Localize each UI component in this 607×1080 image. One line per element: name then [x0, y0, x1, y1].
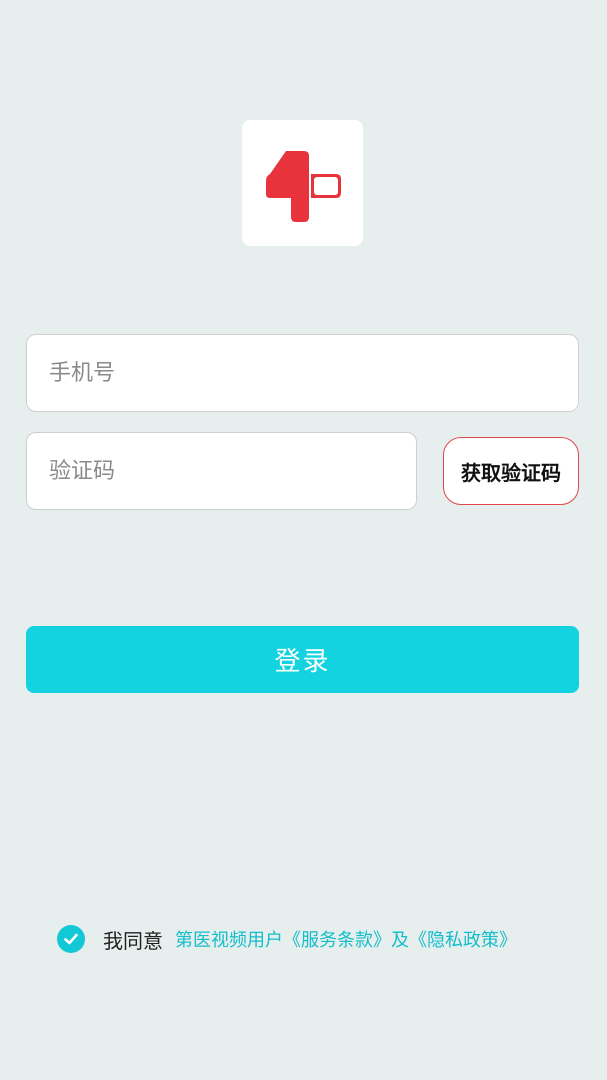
- get-verification-code-button[interactable]: 获取验证码: [443, 437, 579, 505]
- terms-of-service-link[interactable]: 第医视频用户《服务条款》: [175, 926, 391, 952]
- login-button[interactable]: 登录: [26, 626, 579, 693]
- phone-number-input[interactable]: [26, 334, 579, 412]
- agreement-prefix: 我同意: [103, 928, 163, 953]
- agreement-conjunction: 及: [391, 930, 409, 951]
- verification-code-input[interactable]: [26, 432, 417, 510]
- privacy-policy-link[interactable]: 《隐私政策》: [409, 926, 517, 952]
- checkmark-icon: [64, 933, 78, 945]
- agreement-checkbox[interactable]: [57, 925, 85, 953]
- plus-one-logo-icon: [265, 151, 341, 222]
- agreement-row: 我同意 第医视频用户《服务条款》 及 《隐私政策》: [57, 922, 517, 956]
- app-logo: [242, 120, 363, 246]
